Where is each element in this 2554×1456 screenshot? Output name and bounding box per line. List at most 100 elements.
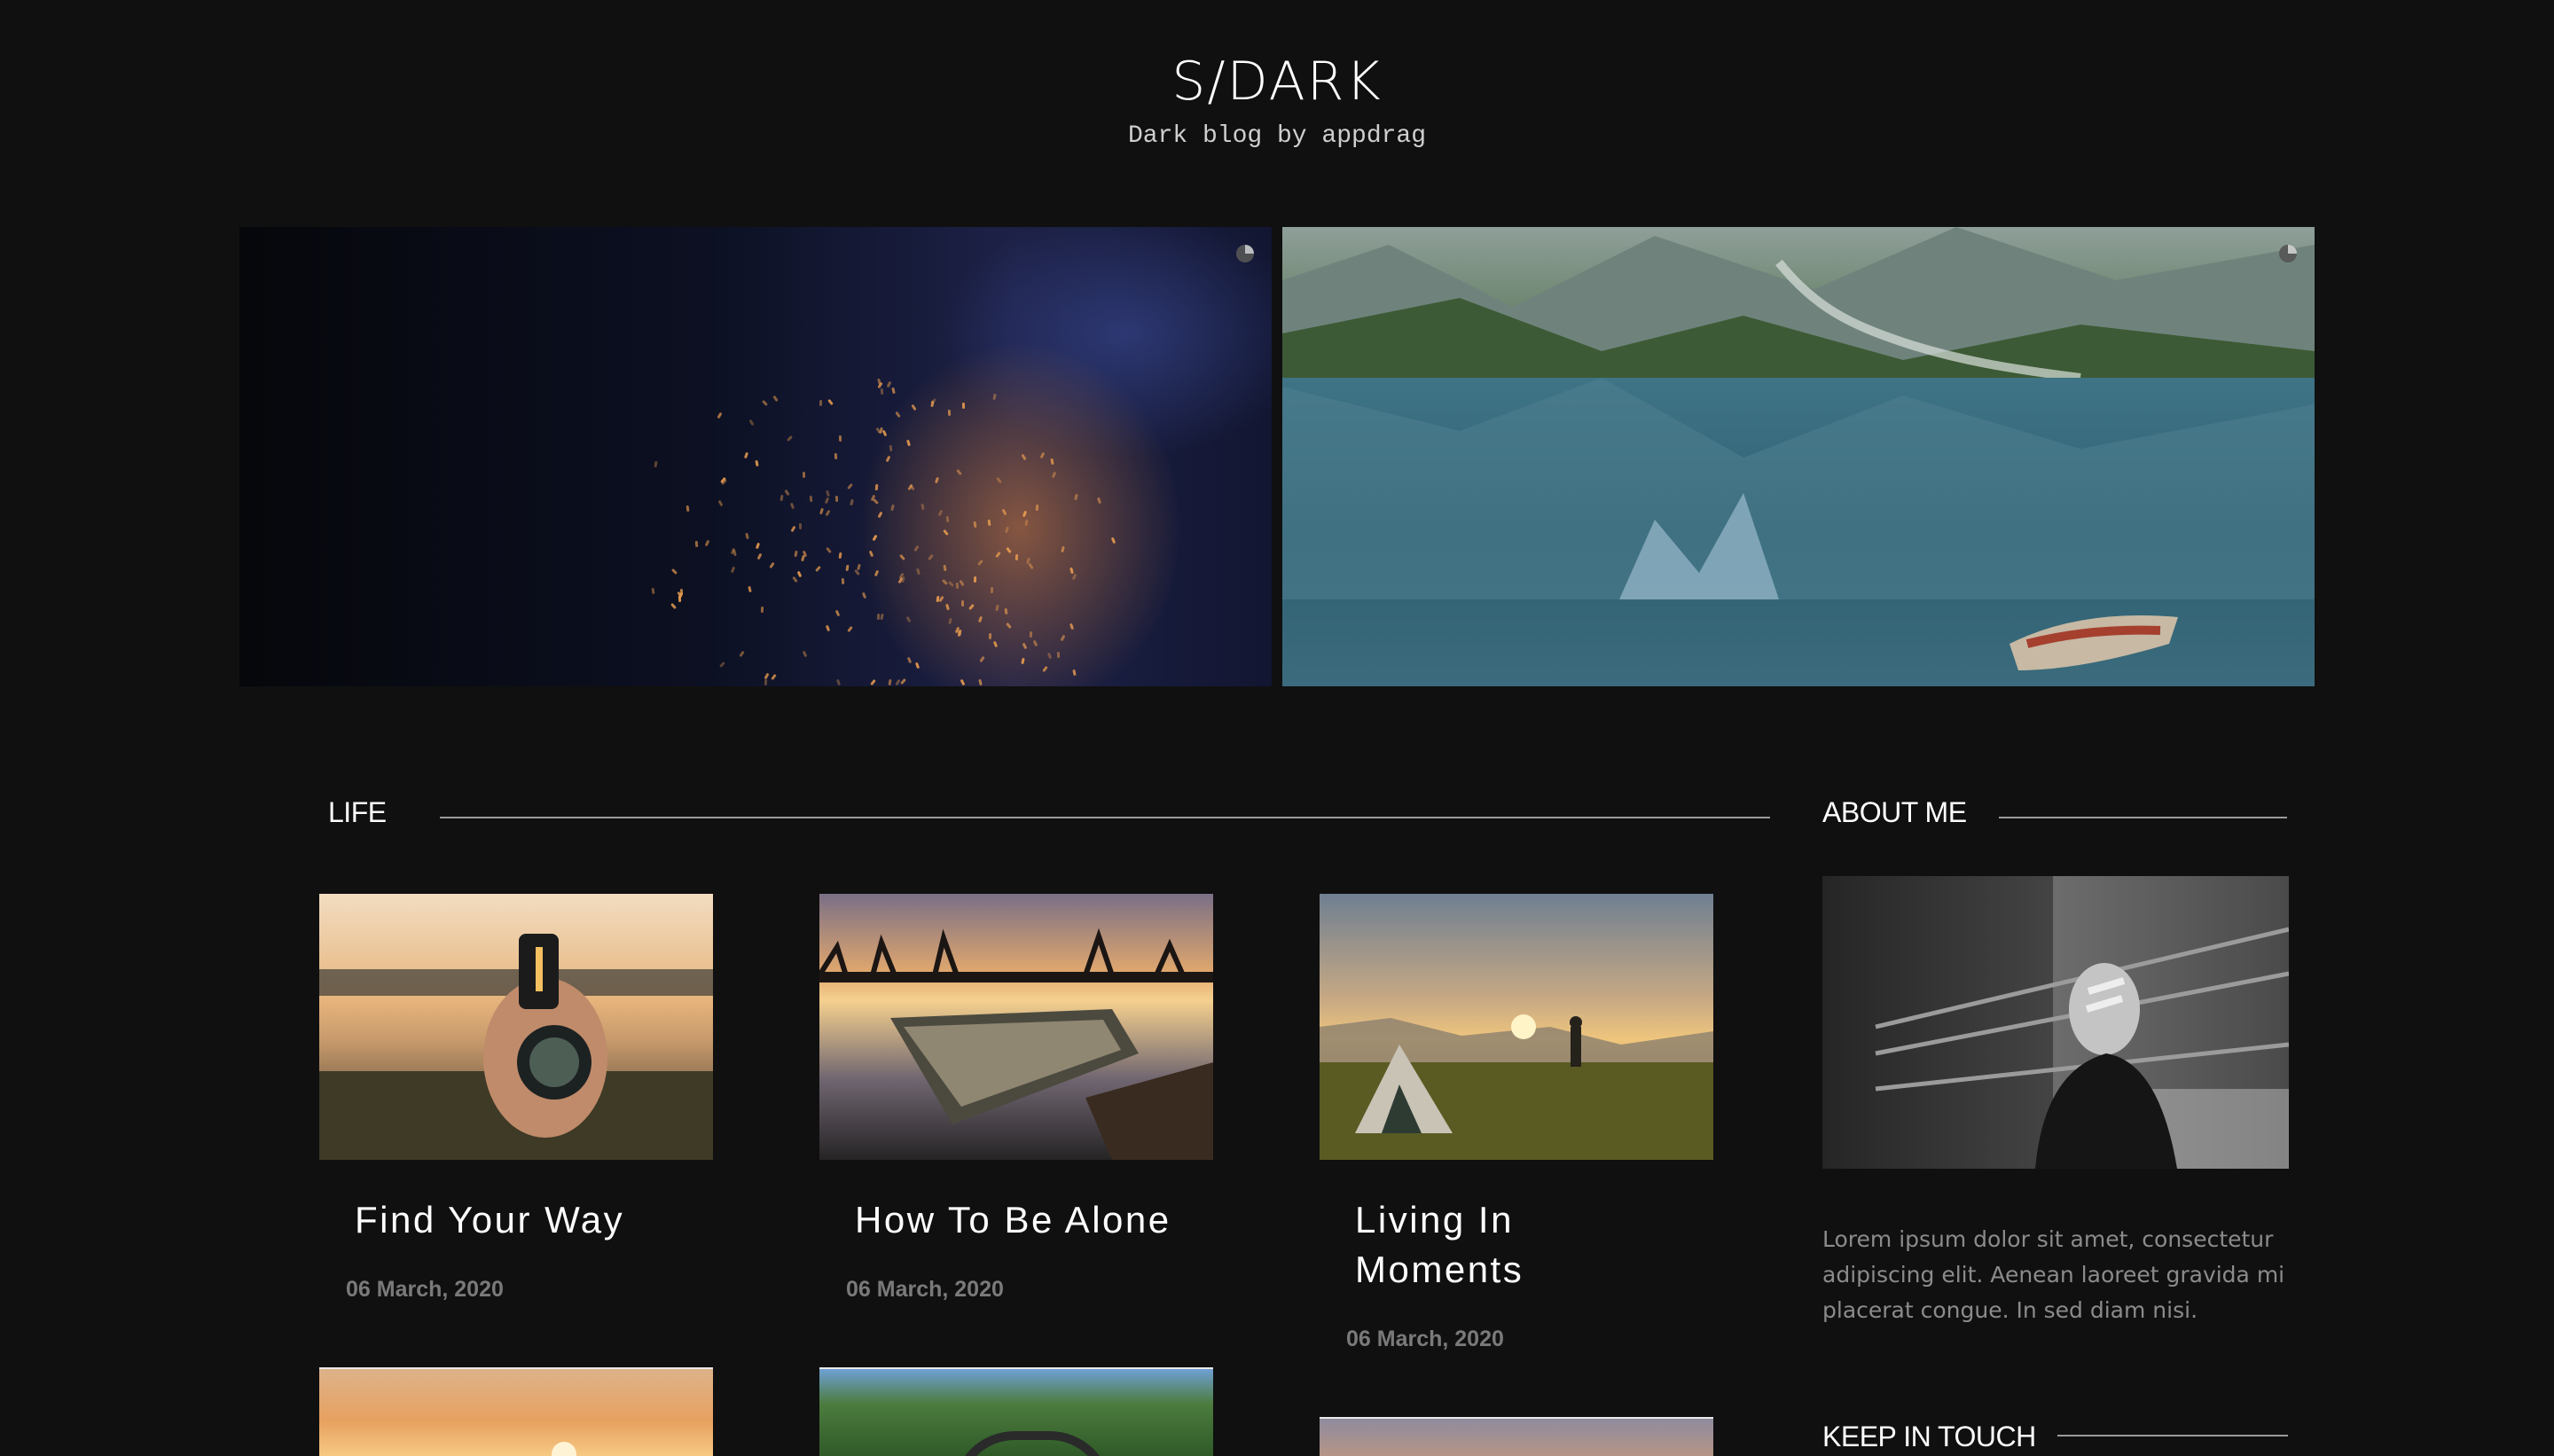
sidebar-heading-keep-in-touch: KEEP IN TOUCH bbox=[1822, 1421, 2036, 1452]
post-image-sunset[interactable] bbox=[319, 1367, 713, 1456]
spark-graphic bbox=[905, 615, 912, 622]
post-image-forest[interactable] bbox=[819, 1367, 1213, 1456]
spark-graphic bbox=[885, 455, 891, 463]
spark-graphic bbox=[838, 552, 842, 559]
spark-graphic bbox=[870, 678, 877, 686]
post-title[interactable]: Living In Moments bbox=[1355, 1195, 1727, 1295]
spark-graphic bbox=[1022, 642, 1028, 649]
spark-graphic bbox=[992, 640, 999, 648]
spark-graphic bbox=[921, 503, 925, 510]
spark-graphic bbox=[839, 434, 842, 442]
spark-graphic bbox=[978, 655, 985, 662]
spark-graphic bbox=[745, 532, 749, 540]
spark-graphic bbox=[854, 569, 861, 576]
spark-graphic bbox=[1004, 526, 1009, 534]
section-heading-life: LIFE bbox=[328, 796, 387, 828]
spark-graphic bbox=[996, 476, 1002, 484]
spark-graphic bbox=[978, 616, 983, 623]
spark-graphic bbox=[686, 505, 690, 512]
spark-graphic bbox=[780, 495, 784, 502]
spark-graphic bbox=[888, 678, 892, 686]
spark-graphic bbox=[889, 504, 895, 512]
spark-graphic bbox=[916, 568, 921, 575]
spark-graphic bbox=[825, 497, 830, 505]
spark-graphic bbox=[794, 551, 798, 558]
spark-graphic bbox=[937, 509, 943, 517]
spark-graphic bbox=[1004, 607, 1008, 615]
spark-graphic bbox=[881, 429, 888, 437]
spark-graphic bbox=[977, 678, 983, 686]
spark-graphic bbox=[976, 559, 983, 566]
sidebar-heading-about: ABOUT ME bbox=[1822, 796, 1967, 828]
spark-graphic bbox=[841, 577, 845, 584]
spark-graphic bbox=[694, 540, 698, 547]
spark-graphic bbox=[792, 575, 798, 583]
post-image-tent[interactable] bbox=[1320, 894, 1713, 1160]
site-title[interactable]: S/DARK bbox=[0, 46, 2554, 117]
spark-graphic bbox=[836, 678, 842, 686]
spark-graphic bbox=[895, 411, 902, 419]
spark-graphic bbox=[1001, 508, 1007, 516]
spark-graphic bbox=[955, 583, 959, 590]
spark-graphic bbox=[1072, 669, 1077, 677]
spark-graphic bbox=[942, 528, 949, 536]
spark-graphic bbox=[1110, 536, 1116, 544]
spark-graphic bbox=[826, 489, 831, 497]
spark-graphic bbox=[845, 564, 850, 572]
hero-slide-lake[interactable] bbox=[1282, 227, 2315, 686]
spark-graphic bbox=[670, 603, 677, 610]
spark-graphic bbox=[730, 566, 735, 574]
spark-graphic bbox=[906, 656, 912, 664]
spark-graphic bbox=[911, 403, 918, 411]
spark-graphic bbox=[748, 419, 755, 426]
spark-graphic bbox=[875, 484, 879, 491]
spark-graphic bbox=[654, 460, 658, 467]
spark-graphic bbox=[825, 509, 831, 516]
post-image-compass[interactable] bbox=[319, 894, 713, 1160]
sidebar-divider bbox=[2057, 1435, 2288, 1436]
post-title-line: Moments bbox=[1355, 1249, 1524, 1290]
spark-graphic bbox=[1024, 520, 1030, 527]
spark-graphic bbox=[991, 586, 994, 593]
spark-graphic bbox=[1051, 471, 1057, 478]
hero-slide-campfire[interactable] bbox=[239, 227, 1272, 686]
spark-graphic bbox=[1015, 554, 1018, 561]
spark-graphic bbox=[994, 551, 1001, 558]
spark-graphic bbox=[1060, 634, 1066, 641]
spark-graphic bbox=[955, 468, 962, 476]
spark-graphic bbox=[876, 614, 880, 621]
spark-graphic bbox=[783, 489, 790, 497]
post-image-dusk[interactable] bbox=[1320, 1417, 1713, 1456]
spark-graphic bbox=[834, 495, 838, 502]
spark-graphic bbox=[1073, 494, 1078, 501]
spark-graphic bbox=[1061, 545, 1066, 553]
spark-graphic bbox=[934, 476, 939, 484]
spark-graphic bbox=[850, 498, 855, 505]
post-title-line: Living In bbox=[1355, 1199, 1514, 1241]
spark-graphic bbox=[891, 387, 896, 395]
post-title[interactable]: Find Your Way bbox=[355, 1195, 727, 1245]
spark-graphic bbox=[886, 381, 892, 388]
spark-graphic bbox=[947, 409, 951, 416]
post-date: 06 March, 2020 bbox=[846, 1277, 1004, 1302]
spark-graphic bbox=[906, 439, 911, 446]
spark-graphic bbox=[802, 650, 808, 658]
spark-graphic bbox=[1057, 652, 1061, 659]
section-divider bbox=[440, 817, 1770, 818]
post-image-graphic bbox=[319, 894, 713, 1160]
spark-graphic bbox=[960, 678, 965, 686]
spark-graphic bbox=[825, 624, 831, 631]
spark-graphic bbox=[1027, 563, 1034, 570]
post-date: 06 March, 2020 bbox=[346, 1277, 504, 1302]
spark-graphic bbox=[744, 451, 749, 459]
spark-graphic bbox=[968, 603, 975, 610]
post-image-boat[interactable] bbox=[819, 894, 1213, 1160]
spark-graphic bbox=[1005, 547, 1012, 554]
spark-graphic bbox=[973, 521, 977, 528]
spark-graphic bbox=[1035, 504, 1038, 512]
spark-graphic bbox=[861, 591, 867, 599]
post-title[interactable]: How To Be Alone bbox=[855, 1195, 1227, 1245]
spark-graphic bbox=[670, 568, 678, 575]
spark-graphic bbox=[943, 564, 947, 572]
spark-graphic bbox=[1046, 652, 1053, 660]
